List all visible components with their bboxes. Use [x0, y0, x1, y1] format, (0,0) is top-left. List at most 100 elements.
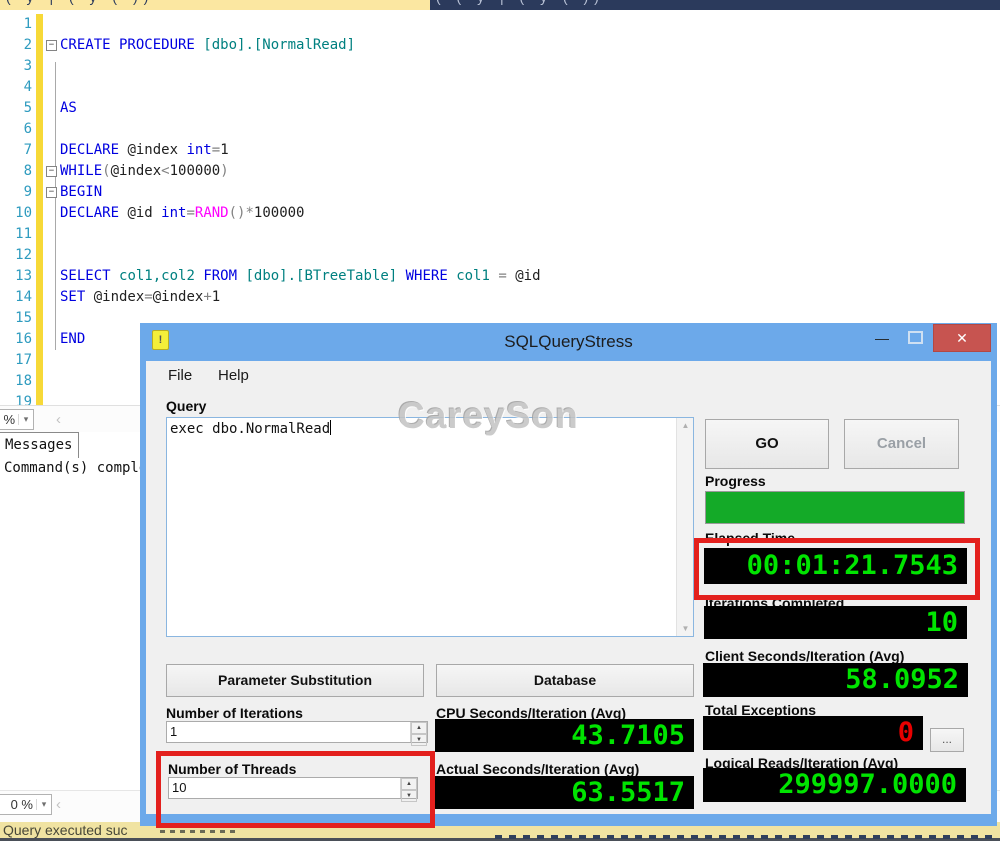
cpu-seconds-display: 43.7105 [435, 719, 694, 752]
code-line[interactable]: 2−CREATE PROCEDURE [dbo].[NormalRead] [0, 35, 1000, 56]
title-bar[interactable]: ! SQLQueryStress — ✕ [140, 323, 997, 361]
code-line[interactable]: 4 [0, 77, 1000, 98]
editor-tab-active[interactable]: ( y | ( y ( )) [0, 0, 430, 10]
change-tracking-bar [36, 203, 43, 224]
iterations-value[interactable]: 1 [167, 722, 410, 742]
threads-value[interactable]: 10 [169, 778, 400, 798]
change-tracking-bar [36, 329, 43, 350]
threads-stepper[interactable]: 10 ▲ ▼ [168, 777, 418, 799]
code-line[interactable]: 12 [0, 245, 1000, 266]
chevron-down-icon[interactable]: ▾ [18, 414, 33, 425]
scroll-down-icon[interactable]: ▼ [677, 624, 694, 633]
code-text [58, 14, 1000, 35]
messages-output: Command(s) comple [4, 460, 147, 476]
spinner-up-icon[interactable]: ▲ [411, 722, 427, 734]
code-text: CREATE PROCEDURE [dbo].[NormalRead] [58, 35, 1000, 56]
scroll-up-icon[interactable]: ▲ [677, 421, 694, 430]
line-number: 19 [0, 392, 36, 405]
line-number: 13 [0, 266, 36, 287]
line-number: 3 [0, 56, 36, 77]
scroll-left-icon[interactable]: ‹ [56, 411, 61, 428]
collapse-region-icon[interactable]: − [46, 166, 57, 177]
code-text: AS [58, 98, 1000, 119]
spinner-down-icon[interactable]: ▼ [401, 790, 417, 802]
app-warning-icon: ! [152, 330, 169, 350]
client-seconds-display: 58.0952 [703, 663, 968, 697]
text-cursor [330, 420, 331, 435]
menu-bar: File Help [146, 361, 991, 391]
editor-tab-inactive[interactable]: ( ( y | ( y ( )) [430, 0, 1000, 10]
database-button[interactable]: Database [436, 664, 694, 697]
change-tracking-bar [36, 77, 43, 98]
change-tracking-bar [36, 350, 43, 371]
change-tracking-bar [36, 14, 43, 35]
line-number: 2 [0, 35, 36, 56]
code-text: SELECT col1,col2 FROM [dbo].[BTreeTable]… [58, 266, 1000, 287]
scroll-left-icon[interactable]: ‹ [56, 796, 61, 813]
code-text: DECLARE @id int=RAND()*100000 [58, 203, 1000, 224]
change-tracking-bar [36, 56, 43, 77]
code-line[interactable]: 7DECLARE @index int=1 [0, 140, 1000, 161]
menu-help[interactable]: Help [218, 367, 249, 384]
line-number: 11 [0, 224, 36, 245]
line-number: 17 [0, 350, 36, 371]
sqlquerystress-window: ! SQLQueryStress — ✕ File Help Query exe… [140, 323, 997, 826]
tab-title-fragment: ( ( y | ( y ( )) [436, 0, 605, 5]
code-line[interactable]: 14SET @index=@index+1 [0, 287, 1000, 308]
line-number: 12 [0, 245, 36, 266]
query-input[interactable]: exec dbo.NormalRead ▲ ▼ [166, 417, 694, 637]
chevron-down-icon[interactable]: ▾ [36, 799, 51, 810]
code-line[interactable]: 9−BEGIN [0, 182, 1000, 203]
window-client-area: File Help Query exec dbo.NormalRead ▲ ▼ … [146, 361, 991, 814]
line-number: 1 [0, 14, 36, 35]
change-tracking-bar [36, 224, 43, 245]
code-line[interactable]: 3 [0, 56, 1000, 77]
parameter-substitution-button[interactable]: Parameter Substitution [166, 664, 424, 697]
go-button[interactable]: GO [705, 419, 829, 469]
change-tracking-bar [36, 98, 43, 119]
client-seconds-label: Client Seconds/Iteration (Avg) [705, 648, 904, 664]
number-of-iterations-label: Number of Iterations [166, 705, 303, 721]
fold-margin: − [43, 35, 58, 56]
code-line[interactable]: 13 SELECT col1,col2 FROM [dbo].[BTreeTabl… [0, 266, 1000, 287]
tab-messages[interactable]: Messages [0, 432, 79, 458]
code-line[interactable]: 6 [0, 119, 1000, 140]
close-button[interactable]: ✕ [933, 324, 991, 352]
query-scrollbar[interactable]: ▲ ▼ [676, 418, 693, 636]
cancel-button[interactable]: Cancel [844, 419, 959, 469]
code-line[interactable]: 5AS [0, 98, 1000, 119]
change-tracking-bar [36, 161, 43, 182]
code-line[interactable]: 1 [0, 14, 1000, 35]
menu-file[interactable]: File [168, 367, 192, 384]
change-tracking-bar [36, 119, 43, 140]
code-text [58, 119, 1000, 140]
screenshot-root: ( y | ( y ( )) ( ( y | ( y ( )) 12−CREAT… [0, 0, 1000, 841]
collapse-region-icon[interactable]: − [46, 187, 57, 198]
change-tracking-bar [36, 371, 43, 392]
code-text [58, 56, 1000, 77]
zoom-value: % [0, 412, 18, 427]
fold-margin [43, 392, 58, 405]
code-line[interactable]: 8−WHILE(@index<100000) [0, 161, 1000, 182]
status-dashes-decoration [160, 830, 235, 833]
iterations-stepper[interactable]: 1 ▲ ▼ [166, 721, 428, 743]
change-tracking-bar [36, 182, 43, 203]
fold-margin [43, 371, 58, 392]
code-line[interactable]: 11 [0, 224, 1000, 245]
spinner-up-icon[interactable]: ▲ [401, 778, 417, 790]
exceptions-more-button[interactable]: ... [930, 728, 964, 752]
code-outline-guide [55, 62, 56, 350]
status-text: Query executed suc [3, 822, 128, 838]
maximize-button[interactable] [899, 323, 933, 353]
change-tracking-bar [36, 308, 43, 329]
collapse-region-icon[interactable]: − [46, 40, 57, 51]
code-text [58, 245, 1000, 266]
editor-zoom-dropdown[interactable]: % ▾ [0, 409, 34, 430]
messages-zoom-dropdown[interactable]: 0 % ▾ [0, 794, 52, 815]
minimize-button[interactable]: — [865, 323, 899, 353]
code-line[interactable]: 10DECLARE @id int=RAND()*100000 [0, 203, 1000, 224]
number-of-threads-label: Number of Threads [168, 761, 296, 777]
change-tracking-bar [36, 140, 43, 161]
change-tracking-bar [36, 266, 43, 287]
spinner-down-icon[interactable]: ▼ [411, 734, 427, 746]
